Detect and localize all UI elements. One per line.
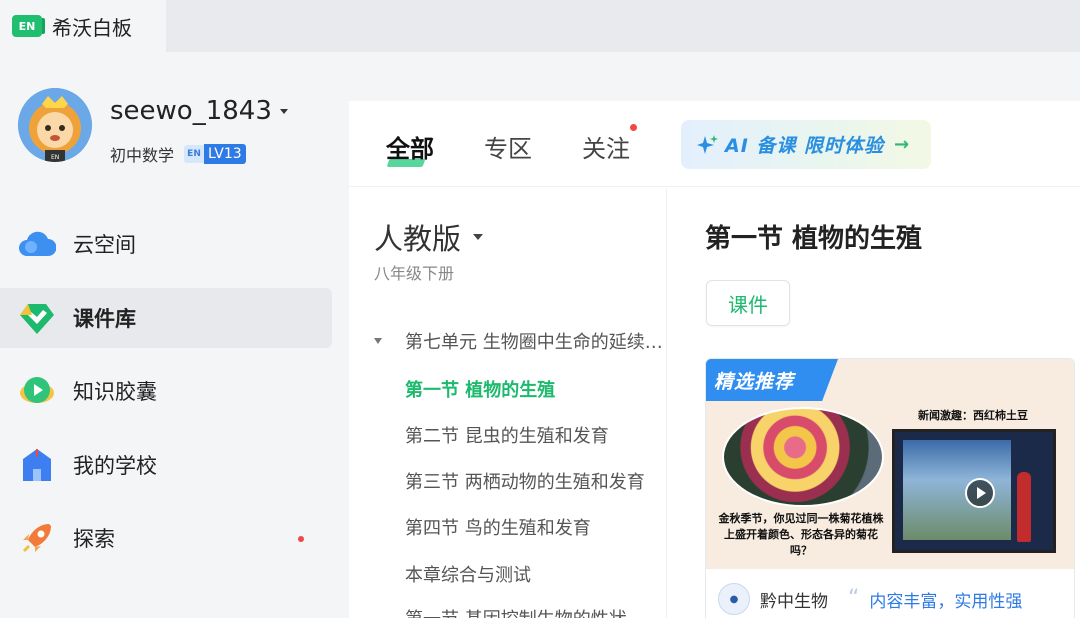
featured-ribbon: 精选推荐 — [706, 359, 838, 401]
section-item[interactable]: 第三节 两栖动物的生殖和发育 — [405, 468, 645, 494]
section-item[interactable]: 第四节 鸟的生殖和发育 — [405, 514, 591, 540]
edition-label: 人教版 — [374, 222, 462, 256]
catalog-tree: 人教版 八年级下册 第七单元 生物圈中生命的延续和发展 第一节 植物的生殖 第二… — [349, 188, 667, 618]
unit-label: 第七单元 生物圈中生命的延续和发展 — [405, 332, 666, 353]
news-title: 新闻激趣：西红柿土豆 — [918, 409, 1028, 422]
video-frame — [892, 429, 1056, 553]
sidebar-item-explore[interactable]: 探索 — [0, 508, 332, 568]
sidebar-item-label: 我的学校 — [73, 453, 157, 478]
recommended-courseware-card[interactable]: 精选推荐 新闻激趣：西红柿土豆 金秋季节，你见过同一株菊花植株上盛开着颜色、形态… — [705, 358, 1075, 618]
tab-zone[interactable]: 专区 — [484, 129, 532, 164]
profile-meta: 初中数学 EN LV13 — [110, 142, 246, 166]
sidebar-item-label: 知识胶囊 — [73, 380, 157, 404]
section-title: 第一节 植物的生殖 — [705, 224, 923, 254]
app-window: { "app": { "logo_text": "EN", "name": "希… — [0, 0, 1080, 618]
level-en-icon: EN — [184, 145, 205, 163]
unit-node[interactable]: 第七单元 生物圈中生命的延续和发展 — [374, 328, 666, 354]
quote-icon: “ — [848, 586, 860, 611]
arrow-right-icon: → — [894, 134, 910, 155]
level-badge: EN LV13 — [184, 144, 246, 164]
photo-caption: 金秋季节，你见过同一株菊花植株上盛开着颜色、形态各异的菊花吗？ — [718, 512, 884, 557]
sidebar-item-label: 探索 — [73, 527, 115, 551]
publisher-name: 黔中生物 — [760, 591, 828, 612]
grade-label: 八年级下册 — [374, 264, 455, 283]
ai-button-label: AI 备课 限时体验 — [725, 135, 885, 157]
section-item[interactable]: 第一节 基因控制生物的性状 — [405, 605, 627, 618]
notification-dot — [630, 124, 637, 131]
user-profile: EN seewo_1843 初中数学 EN LV13 — [18, 88, 338, 168]
sparkle-icon — [697, 134, 718, 154]
sidebar-item-courseware-library[interactable]: 课件库 — [0, 287, 332, 348]
sidebar-item-my-school[interactable]: 我的学校 — [0, 435, 332, 495]
chevron-down-icon — [279, 108, 288, 114]
section-item[interactable]: 本章综合与测试 — [405, 561, 531, 587]
ai-prepare-lesson-button[interactable]: AI 备课 限时体验 → — [681, 120, 931, 169]
section-item[interactable]: 第二节 昆虫的生殖和发育 — [405, 422, 609, 448]
collapse-triangle-icon — [374, 338, 382, 344]
account-menu-trigger[interactable]: seewo_1843 — [110, 96, 288, 126]
sidebar-item-knowledge-capsule[interactable]: 知识胶囊 — [0, 361, 332, 421]
sidebar-item-label: 课件库 — [73, 306, 136, 331]
subject-label: 初中数学 — [110, 146, 175, 165]
username: seewo_1843 — [110, 96, 272, 126]
main-panel: 全部 专区 关注 AI 备课 限时体验 → 人教版 八年级下册 第七单元 生物圈… — [349, 101, 1080, 618]
lion-avatar-icon: EN — [18, 88, 92, 162]
app-tab[interactable]: EN 希沃白板 — [0, 0, 166, 52]
notification-dot — [298, 536, 304, 542]
app-logo-icon: EN — [12, 15, 45, 37]
school-icon — [18, 446, 56, 484]
section-detail: 第一节 植物的生殖 课件 精选推荐 新闻激趣：西红柿土豆 金秋季节，你见过同一株… — [668, 188, 1080, 618]
publisher-slogan: 内容丰富，实用性强 — [869, 591, 1023, 612]
publisher-logo-icon: ● — [718, 583, 750, 615]
rocket-icon — [18, 519, 56, 557]
presenter-figure — [1017, 472, 1031, 542]
sidebar-item-cloud-space[interactable]: 云空间 — [0, 214, 332, 274]
ribbon-label: 精选推荐 — [714, 370, 795, 393]
chevron-down-icon — [473, 234, 484, 240]
card-thumbnail: 精选推荐 新闻激趣：西红柿土豆 金秋季节，你见过同一株菊花植株上盛开着颜色、形态… — [706, 359, 1074, 569]
tab-bar: 全部 专区 关注 AI 备课 限时体验 → — [349, 101, 1080, 187]
courseware-filter-button[interactable]: 课件 — [706, 280, 790, 326]
cloud-icon — [18, 225, 56, 263]
title-bar: EN 希沃白板 — [0, 0, 1080, 52]
chrysanthemum-photo — [722, 407, 884, 507]
section-item[interactable]: 第一节 植物的生殖 — [405, 376, 555, 402]
courseware-library-icon — [18, 299, 56, 337]
sidebar-item-label: 云空间 — [73, 233, 136, 257]
sidebar-nav: 云空间 课件库 知识胶囊 我的学校 探索 — [0, 214, 332, 582]
level-text: LV13 — [204, 144, 246, 164]
svg-text:EN: EN — [51, 154, 59, 161]
avatar[interactable]: EN — [18, 88, 92, 162]
edition-selector[interactable]: 人教版 — [374, 216, 484, 258]
tab-following[interactable]: 关注 — [582, 129, 630, 164]
knowledge-capsule-icon — [18, 372, 56, 410]
app-name: 希沃白板 — [52, 15, 132, 40]
play-icon[interactable] — [965, 478, 995, 508]
card-footer: ● 黔中生物 “ 内容丰富，实用性强 — [706, 569, 1074, 618]
tab-all[interactable]: 全部 — [386, 129, 434, 164]
